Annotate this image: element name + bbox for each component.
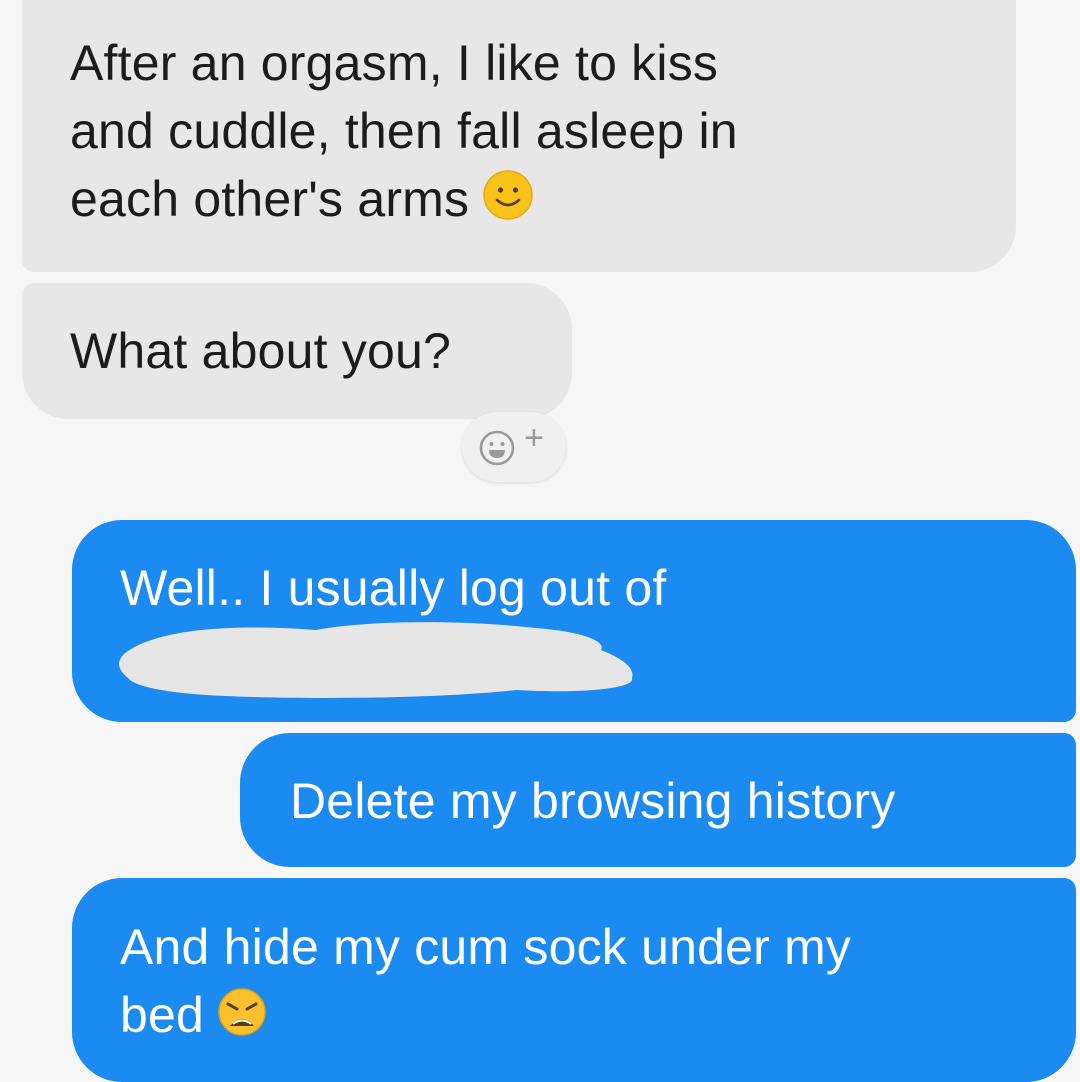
outgoing-message-bubble[interactable]: Delete my browsing history: [240, 733, 1076, 867]
message-text-line: Delete my browsing history: [290, 773, 896, 829]
message-text-line: and cuddle, then fall asleep in: [70, 103, 738, 159]
message-text-line: After an orgasm, I like to kiss: [70, 35, 719, 91]
incoming-message-bubble[interactable]: After an orgasm, I like to kiss and cudd…: [22, 0, 1016, 272]
plus-icon: +: [524, 419, 544, 457]
redaction-scribble: [119, 622, 633, 698]
add-reaction-button[interactable]: +: [462, 412, 566, 482]
weary-face-icon: [216, 986, 268, 1055]
message-text-line: What about you?: [70, 323, 452, 379]
outgoing-message-bubble[interactable]: And hide my cum sock under my bed: [72, 878, 1076, 1082]
message-text-line: Well.. I usually log out of: [120, 560, 667, 616]
message-text-line: And hide my cum sock under my: [120, 919, 852, 975]
incoming-message-bubble[interactable]: What about you?: [22, 283, 572, 419]
add-reaction-icon: [478, 429, 516, 472]
slightly-smiling-face-icon: [481, 168, 535, 239]
message-text-line: bed: [120, 981, 1076, 1055]
message-text-line: each other's arms: [70, 165, 1016, 239]
